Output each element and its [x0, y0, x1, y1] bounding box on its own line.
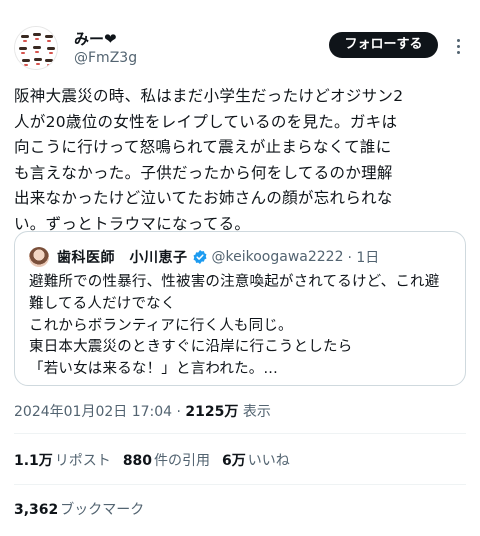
- reposts-label: リポスト: [54, 453, 111, 469]
- tweet-text: 阪神大震災の時、私はまだ小学生だったけどオジサン2 人が20歳位の女性をレイプし…: [14, 84, 470, 237]
- more-dots-icon[interactable]: [448, 34, 468, 58]
- reposts-count: 1.1万: [14, 453, 53, 469]
- reposts-stat[interactable]: 1.1万 リポスト: [14, 451, 111, 471]
- quote-time: · 1日: [347, 250, 380, 266]
- quote-author-name: 歯科医師 小川恵子: [57, 250, 188, 266]
- engagement-stats: 1.1万 リポスト 880 件の引用 6万 いいね: [14, 451, 302, 471]
- quote-header: 歯科医師 小川恵子 @keikoogawa2222 · 1日: [29, 246, 379, 268]
- tweet-timestamp: 2024年01月02日 17:04 · 2125万 表示: [14, 402, 271, 422]
- views-label: 表示: [242, 404, 271, 420]
- author-display-name[interactable]: みー❤: [74, 30, 137, 48]
- author-handle[interactable]: @FmZ3g: [74, 49, 137, 67]
- likes-stat[interactable]: 6万 いいね: [222, 451, 290, 471]
- author-avatar[interactable]: [14, 26, 58, 70]
- tweet-line: 向こうに行けって怒鳴られて震えが止まらなくて誰に: [14, 138, 392, 156]
- quote-text: 避難所での性暴行、性被害の注意喚起がされてるけど、これ避 難してる人だけでなく …: [29, 272, 455, 381]
- bookmarks-stat[interactable]: 3,362 ブックマーク: [14, 500, 144, 520]
- verified-badge-icon: [193, 250, 206, 264]
- tweet-header: みー❤ @FmZ3g フォローする: [0, 0, 480, 76]
- divider: [14, 484, 466, 485]
- tweet-datetime[interactable]: 2024年01月02日 17:04: [14, 404, 172, 420]
- follow-button[interactable]: フォローする: [329, 32, 438, 58]
- quote-tweet-card[interactable]: 歯科医師 小川恵子 @keikoogawa2222 · 1日 避難所での性暴行、…: [14, 231, 466, 386]
- tweet-line: 阪神大震災の時、私はまだ小学生だったけどオジサン2: [14, 87, 404, 105]
- quotes-stat[interactable]: 880 件の引用: [123, 451, 210, 471]
- quote-line: 難してる人だけでなく: [29, 295, 176, 312]
- bookmarks-count: 3,362: [14, 502, 59, 518]
- quote-line: 避難所での性暴行、性被害の注意喚起がされてるけど、これ避: [29, 274, 440, 290]
- tweet-line: も言えなかった。子供だったから何をしてるのか理解: [14, 163, 393, 182]
- quote-author-handle: @keikoogawa2222: [211, 249, 344, 265]
- timestamp-separator: ·: [176, 404, 181, 420]
- likes-count: 6万: [222, 453, 246, 469]
- tweet-line: 人が20歳位の女性をレイプしているのを見た。ガキは: [14, 112, 398, 131]
- author-info[interactable]: みー❤ @FmZ3g: [74, 30, 137, 67]
- views-count: 2125万: [185, 404, 239, 420]
- bookmarks-label: ブックマーク: [60, 502, 145, 518]
- quote-line: これからボランティアに行く人も同じ。: [29, 317, 293, 334]
- avatar-faces-icon: [15, 27, 57, 69]
- quote-line: 東日本大震災のときすぐに沿岸に行こうとしたら: [29, 339, 353, 356]
- quote-author-avatar: [29, 247, 49, 267]
- divider: [14, 433, 466, 434]
- quotes-count: 880: [122, 453, 153, 469]
- quotes-label: 件の引用: [154, 453, 211, 469]
- likes-label: いいね: [247, 453, 290, 469]
- tweet-line: 出来なかったけど泣いてたお姉さんの顔が忘れられな: [14, 189, 393, 207]
- quote-line: 「若い女は来るな！」と言われた。...: [29, 361, 278, 378]
